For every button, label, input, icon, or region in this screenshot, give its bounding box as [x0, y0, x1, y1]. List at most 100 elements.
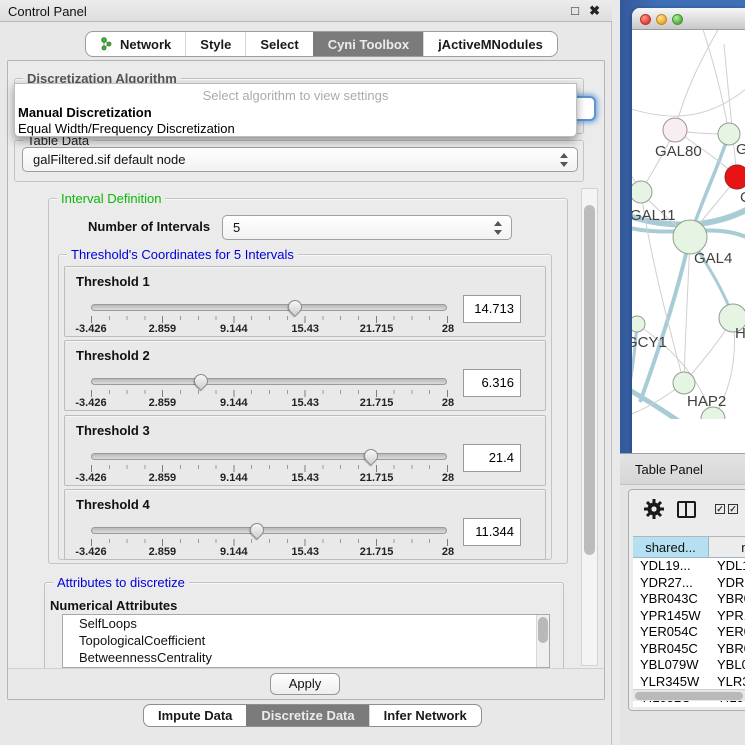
- node-label-partial-g: GA: [736, 141, 745, 158]
- dropdown-placeholder: Select algorithm to view settings: [15, 88, 576, 103]
- threshold-2-slider[interactable]: [91, 378, 447, 385]
- tab-cyni-toolbox[interactable]: Cyni Toolbox: [313, 32, 423, 56]
- settings-scrollbar-thumb[interactable]: [584, 205, 595, 555]
- threshold-1-label: Threshold 1: [76, 274, 150, 289]
- checkbox-icon[interactable]: ✓: [715, 504, 725, 514]
- node-gcy1[interactable]: [632, 316, 645, 332]
- list-scrollbar[interactable]: [536, 615, 549, 667]
- cyni-bottom-tabbar: Impute Data Discretize Data Infer Networ…: [143, 704, 482, 727]
- node-gal11[interactable]: [632, 181, 652, 203]
- number-of-intervals-label: Number of Intervals: [88, 219, 210, 234]
- mac-close-icon[interactable]: [640, 14, 651, 25]
- threshold-4-slider-handle[interactable]: [247, 520, 267, 540]
- float-window-icon[interactable]: □: [571, 3, 579, 18]
- table-panel-title: Table Panel: [635, 462, 703, 477]
- threshold-3-value-field[interactable]: 21.4: [463, 444, 521, 472]
- slider-scale-labels: -3.4262.8599.14415.4321.71528: [91, 323, 448, 335]
- numerical-attributes-list[interactable]: SelfLoops TopologicalCoefficient Between…: [62, 614, 550, 668]
- tab-discretize-data[interactable]: Discretize Data: [246, 705, 368, 726]
- node-label-gal4: GAL4: [694, 250, 732, 267]
- tab-impute-data[interactable]: Impute Data: [144, 705, 246, 726]
- table-rows: YDL19...YDL1 YDR27...YDR2 YBR043CYBR0 YP…: [633, 558, 745, 707]
- tab-infer-network[interactable]: Infer Network: [369, 705, 481, 726]
- node-table: ✓ ✓ shared... na YDL19...YDL1 YDR27...YD…: [628, 489, 745, 711]
- control-panel-tabbar: Network Style Select Cyni Toolbox jActiv…: [85, 31, 558, 57]
- table-row[interactable]: YBR045CYBR0: [633, 641, 745, 658]
- node-label-gcy1: GCY1: [632, 334, 667, 351]
- threshold-4-slider[interactable]: [91, 527, 447, 534]
- threshold-2-value-field[interactable]: 6.316: [463, 369, 521, 397]
- control-panel-titlebar: Control Panel □ ✖: [0, 0, 612, 22]
- threshold-2-box: Threshold 2 -3.4262.8599.14415.4321.7152…: [64, 340, 546, 411]
- list-scrollbar-thumb[interactable]: [538, 617, 548, 643]
- network-graph: GAL80 GA C GAL11 GAL4 GCY1 H HAP2: [632, 30, 745, 419]
- table-panel-header: Table Panel: [620, 453, 745, 485]
- table-row[interactable]: YBR043CYBR0: [633, 591, 745, 608]
- column-header-shared-name[interactable]: shared...: [633, 537, 709, 557]
- table-row[interactable]: YPR145WYPR1: [633, 608, 745, 625]
- node-selected-red[interactable]: [725, 165, 745, 189]
- window-title: Control Panel: [8, 4, 87, 19]
- table-header-row: shared... na: [633, 536, 745, 558]
- table-h-scrollbar[interactable]: [633, 689, 745, 701]
- mac-zoom-icon[interactable]: [672, 14, 683, 25]
- list-item[interactable]: SelfLoops: [63, 615, 549, 632]
- combo-spinner-icon: [560, 152, 569, 168]
- tab-network[interactable]: Network: [86, 32, 185, 56]
- number-of-intervals-value: 5: [233, 220, 240, 235]
- dropdown-option-manual[interactable]: Manual Discretization: [18, 105, 574, 120]
- threshold-4-value-field[interactable]: 11.344: [463, 518, 521, 546]
- threshold-3-box: Threshold 3 -3.4262.8599.14415.4321.7152…: [64, 415, 546, 486]
- network-window-titlebar: [632, 8, 745, 30]
- table-data-combobox[interactable]: galFiltered.sif default node: [22, 147, 578, 172]
- node-gal4[interactable]: [673, 220, 707, 254]
- number-of-intervals-combobox[interactable]: 5: [222, 215, 512, 240]
- table-row[interactable]: YDR27...YDR2: [633, 575, 745, 592]
- table-h-scrollbar-thumb[interactable]: [635, 692, 743, 700]
- apply-button[interactable]: Apply: [270, 673, 340, 695]
- column-header-name[interactable]: na: [709, 537, 745, 557]
- interval-definition-title: Interval Definition: [57, 191, 165, 206]
- list-item[interactable]: BetweennessCentrality: [63, 649, 549, 666]
- node-hap2[interactable]: [673, 372, 695, 394]
- control-panel-window: Control Panel □ ✖ Network Style Select C…: [0, 0, 612, 745]
- node-label-gal11: GAL11: [632, 207, 676, 224]
- threshold-1-slider-handle[interactable]: [285, 297, 305, 317]
- table-data-value: galFiltered.sif default node: [33, 152, 185, 167]
- show-columns-icon[interactable]: [677, 501, 696, 518]
- dropdown-option-equal-width[interactable]: Equal Width/Frequency Discretization: [18, 121, 574, 136]
- threshold-2-label: Threshold 2: [76, 348, 150, 363]
- checkbox-icon[interactable]: ✓: [728, 504, 738, 514]
- threshold-1-slider[interactable]: [91, 304, 447, 311]
- thresholds-group-title: Threshold's Coordinates for 5 Intervals: [67, 247, 298, 262]
- tab-style[interactable]: Style: [185, 32, 245, 56]
- node-label-gal80: GAL80: [655, 143, 702, 160]
- network-canvas[interactable]: GAL80 GA C GAL11 GAL4 GCY1 H HAP2: [632, 30, 745, 419]
- table-row[interactable]: YLR345WYLR3: [633, 674, 745, 691]
- table-row[interactable]: YBL079WYBL0: [633, 657, 745, 674]
- algorithm-dropdown-popup: Select algorithm to view settings Manual…: [14, 83, 577, 137]
- threshold-1-value-field[interactable]: 14.713: [463, 295, 521, 323]
- close-window-icon[interactable]: ✖: [589, 3, 600, 19]
- list-item[interactable]: TopologicalCoefficient: [63, 632, 549, 649]
- table-row[interactable]: YDL19...YDL1: [633, 558, 745, 575]
- settings-scrollbar[interactable]: [581, 188, 598, 666]
- table-row[interactable]: YER054CYER0: [633, 624, 745, 641]
- node-label-partial-h: H: [735, 325, 745, 342]
- node-label-hap2: HAP2: [687, 393, 726, 410]
- threshold-4-label: Threshold 4: [76, 497, 150, 512]
- mac-minimize-icon[interactable]: [656, 14, 667, 25]
- apply-bar: Apply: [8, 668, 604, 699]
- table-toolbar: ✓ ✓: [629, 490, 745, 530]
- threshold-2-slider-handle[interactable]: [191, 371, 211, 391]
- threshold-1-box: Threshold 1 -3.4262.8599.14415.4321.7152…: [64, 266, 546, 337]
- numerical-attributes-label: Numerical Attributes: [50, 598, 177, 613]
- tab-jactivemnodules[interactable]: jActiveMNodules: [423, 32, 557, 56]
- threshold-3-slider[interactable]: [91, 453, 447, 460]
- threshold-4-box: Threshold 4 -3.4262.8599.14415.4321.7152…: [64, 489, 546, 560]
- combo-spinner-icon: [494, 220, 503, 236]
- threshold-3-slider-handle[interactable]: [361, 446, 381, 466]
- tab-select[interactable]: Select: [245, 32, 312, 56]
- gear-icon[interactable]: [643, 498, 665, 520]
- node-gal80[interactable]: [663, 118, 687, 142]
